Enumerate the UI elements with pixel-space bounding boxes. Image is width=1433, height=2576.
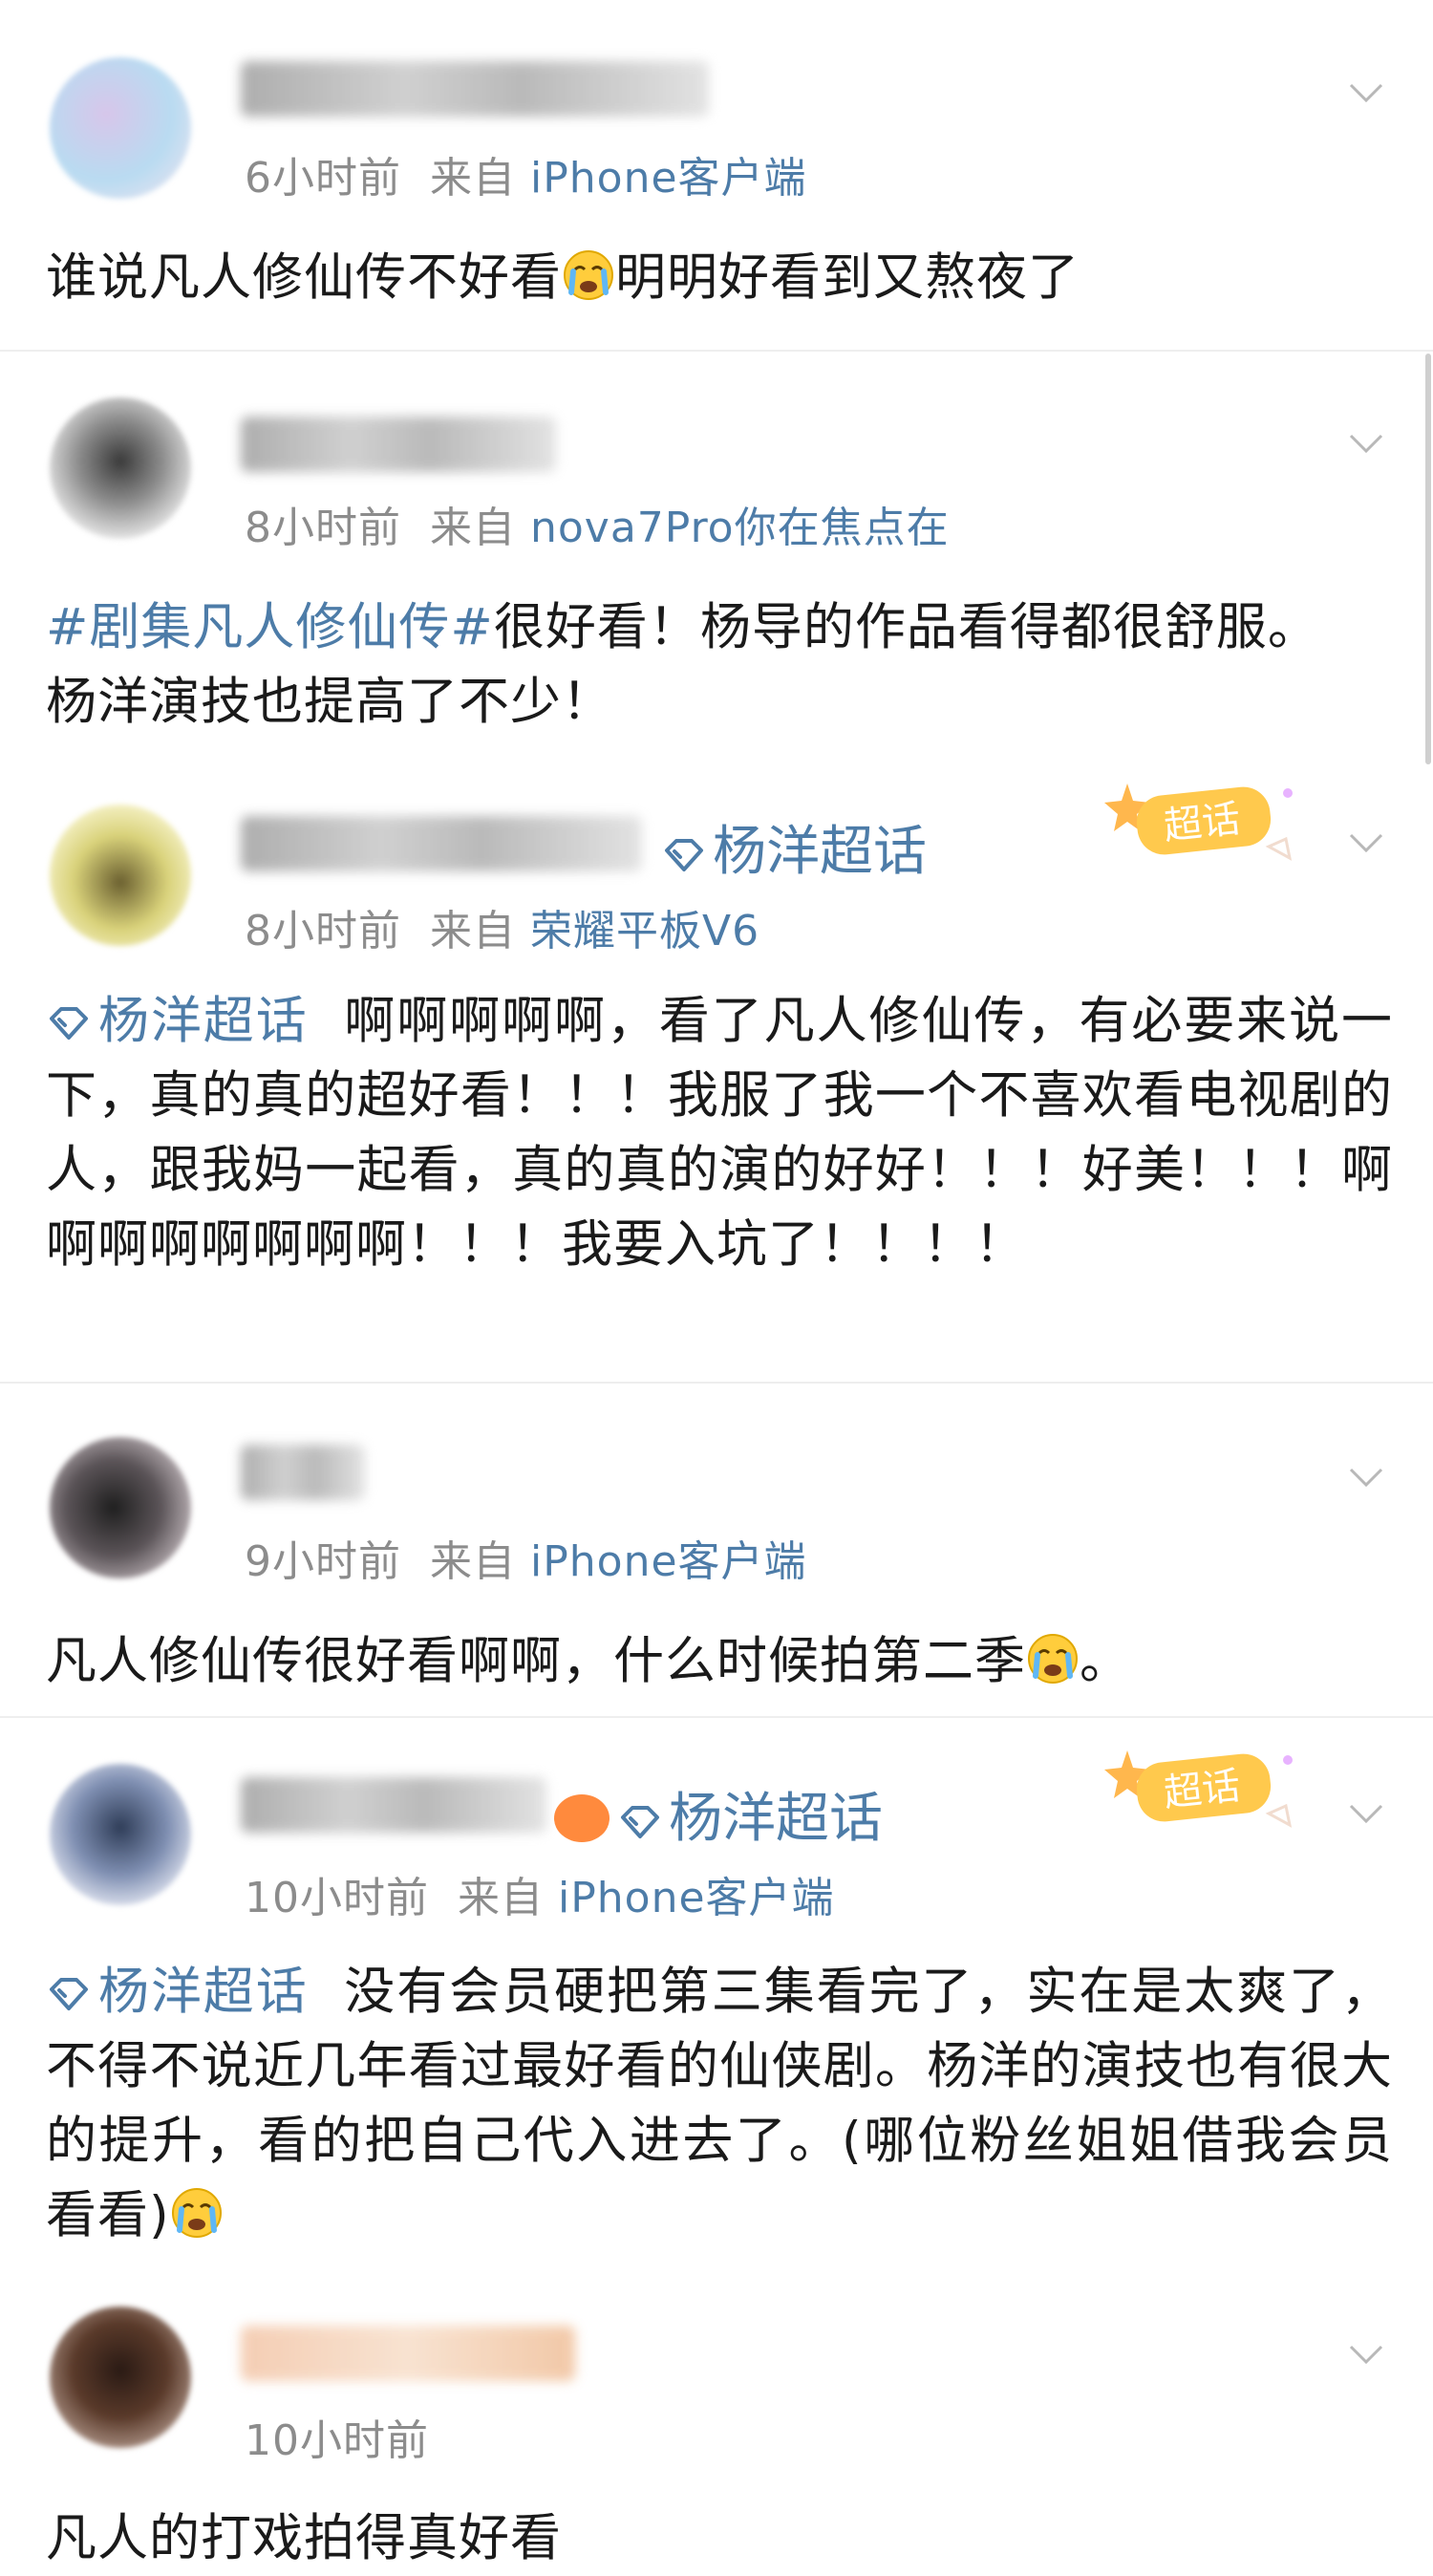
chevron-down-icon[interactable] bbox=[1345, 1456, 1387, 1498]
topic-tag-link[interactable]: 杨洋超话 bbox=[46, 992, 309, 1050]
crying-face-emoji-icon bbox=[170, 2186, 224, 2240]
timestamp: 10小时前 bbox=[245, 2416, 429, 2465]
post-meta: 8小时前 来自 荣耀平板V6 bbox=[245, 896, 759, 957]
avatar[interactable] bbox=[50, 1764, 191, 1905]
crying-face-emoji-icon bbox=[562, 248, 615, 302]
timestamp: 8小时前 bbox=[245, 907, 401, 955]
avatar[interactable] bbox=[50, 2307, 191, 2448]
diamond-topic-icon bbox=[617, 1804, 663, 1842]
timestamp: 8小时前 bbox=[245, 504, 401, 552]
topic-tag-link[interactable]: 杨洋超话 bbox=[46, 1963, 309, 2021]
topic-link[interactable]: 杨洋超话 bbox=[661, 808, 927, 886]
avatar[interactable] bbox=[50, 397, 191, 539]
post-meta: 10小时前 来自 iPhone客户端 bbox=[245, 1863, 835, 1924]
chevron-down-icon[interactable] bbox=[1345, 822, 1387, 864]
username[interactable] bbox=[241, 2326, 575, 2381]
topic-label: 杨洋超话 bbox=[713, 821, 927, 883]
username[interactable] bbox=[241, 1777, 546, 1833]
comment-text: 凡人修仙传很好看啊啊，什么时候拍第二季。 bbox=[46, 1624, 1393, 1699]
post-meta: 6小时前 来自 iPhone客户端 bbox=[245, 143, 807, 204]
timestamp: 9小时前 bbox=[245, 1537, 401, 1586]
diamond-topic-icon bbox=[661, 837, 707, 875]
avatar[interactable] bbox=[50, 1437, 191, 1578]
timestamp: 10小时前 bbox=[245, 1874, 429, 1922]
comment-text: 杨洋超话 没有会员硬把第三集看完了，实在是太爽了，不得不说近几年看过最好看的仙侠… bbox=[46, 1955, 1393, 2253]
comment-item-5: 杨洋超话 10小时前 来自 iPhone客户端 杨洋超话 没有会员硬把第三集看完了… bbox=[0, 1718, 1433, 2287]
post-meta: 10小时前 bbox=[245, 2406, 429, 2467]
crying-face-emoji-icon bbox=[1026, 1632, 1080, 1685]
avatar[interactable] bbox=[50, 805, 191, 946]
from-label: 来自 bbox=[458, 1874, 544, 1922]
comment-item-2: 8小时前 来自 nova7Pro你在焦点在 #剧集凡人修仙传#很好看！杨导的作品看… bbox=[0, 352, 1433, 761]
from-label: 来自 bbox=[430, 504, 516, 552]
topic-tag-label: 杨洋超话 bbox=[97, 1963, 309, 2021]
comment-text-part: 。 bbox=[1080, 1632, 1131, 1690]
comment-text: 谁说凡人修仙传不好看 明明好看到又熬夜了 bbox=[46, 241, 1393, 315]
comment-text-part: 凡人修仙传很好看啊啊，什么时候拍第二季 bbox=[46, 1632, 1026, 1690]
from-label: 来自 bbox=[430, 154, 516, 203]
username[interactable] bbox=[241, 816, 642, 871]
topic-tag-label: 杨洋超话 bbox=[97, 992, 309, 1050]
username[interactable] bbox=[241, 417, 556, 472]
comment-item-1: 6小时前 来自 iPhone客户端 谁说凡人修仙传不好看 明明好看到又熬夜了 bbox=[0, 0, 1433, 352]
fish-emoji-icon bbox=[554, 1794, 610, 1842]
source-link[interactable]: iPhone客户端 bbox=[530, 154, 807, 203]
topic-link[interactable]: 杨洋超话 bbox=[554, 1775, 883, 1853]
comment-item-4: 9小时前 来自 iPhone客户端 凡人修仙传很好看啊啊，什么时候拍第二季。 bbox=[0, 1384, 1433, 1718]
username[interactable] bbox=[241, 61, 709, 117]
comment-text-part: 谁说凡人修仙传不好看 bbox=[46, 248, 562, 307]
comment-text-line: 很好看！杨导的作品看得都很舒服。 bbox=[493, 598, 1319, 656]
chevron-down-icon[interactable] bbox=[1345, 422, 1387, 464]
diamond-topic-icon bbox=[46, 1005, 92, 1043]
chevron-down-icon[interactable] bbox=[1345, 72, 1387, 114]
source-link[interactable]: iPhone客户端 bbox=[558, 1874, 835, 1922]
comment-text-line: 杨洋演技也提高了不少！ bbox=[46, 673, 613, 731]
post-meta: 9小时前 来自 iPhone客户端 bbox=[245, 1527, 807, 1588]
comment-text: #剧集凡人修仙传#很好看！杨导的作品看得都很舒服。 杨洋演技也提高了不少！ bbox=[46, 590, 1393, 740]
comment-text-part: 明明好看到又熬夜了 bbox=[615, 248, 1080, 307]
scrollbar[interactable] bbox=[1425, 354, 1431, 764]
diamond-topic-icon bbox=[46, 1976, 92, 2014]
comment-item-6: 10小时前 凡人的打戏拍得真好看 bbox=[0, 2287, 1433, 2567]
comment-text: 杨洋超话 啊啊啊啊啊，看了凡人修仙传，有必要来说一下，真的真的超好看！！！我服了… bbox=[46, 984, 1393, 1282]
chevron-down-icon[interactable] bbox=[1345, 1792, 1387, 1835]
avatar[interactable] bbox=[50, 57, 191, 199]
source-link[interactable]: iPhone客户端 bbox=[530, 1537, 807, 1586]
source-link[interactable]: nova7Pro你在焦点在 bbox=[530, 504, 950, 552]
from-label: 来自 bbox=[430, 907, 516, 955]
comment-text: 凡人的打戏拍得真好看 bbox=[46, 2501, 1393, 2576]
super-topic-badge[interactable] bbox=[1099, 1739, 1299, 1835]
super-topic-badge[interactable] bbox=[1099, 772, 1299, 868]
username[interactable] bbox=[241, 1445, 365, 1500]
from-label: 来自 bbox=[430, 1537, 516, 1586]
topic-label: 杨洋超话 bbox=[669, 1788, 883, 1850]
source-link[interactable]: 荣耀平板V6 bbox=[530, 907, 759, 955]
chevron-down-icon[interactable] bbox=[1345, 2333, 1387, 2375]
comment-text-body: 凡人的打戏拍得真好看 bbox=[46, 2509, 562, 2567]
timestamp: 6小时前 bbox=[245, 154, 401, 203]
hashtag-link[interactable]: #剧集凡人修仙传# bbox=[46, 598, 494, 656]
post-meta: 8小时前 来自 nova7Pro你在焦点在 bbox=[245, 493, 950, 554]
comment-item-3: 杨洋超话 8小时前 来自 荣耀平板V6 杨洋超话 啊啊啊啊啊，看了凡人修仙传，有必… bbox=[0, 761, 1433, 1384]
